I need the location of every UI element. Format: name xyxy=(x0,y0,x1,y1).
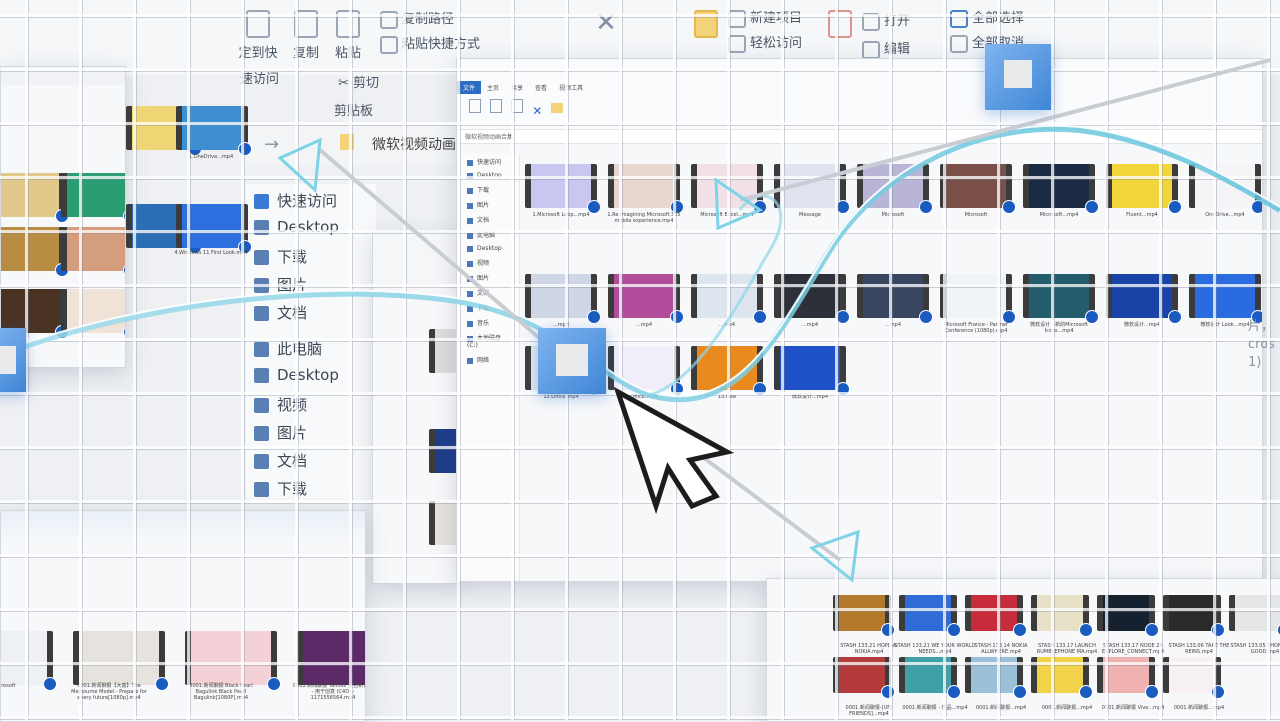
flow-ribbon-2 xyxy=(649,194,783,397)
flow-ribbon xyxy=(0,125,1280,403)
flow-ribbon-highlight xyxy=(0,124,1280,398)
selection-square-icon xyxy=(985,44,1051,110)
selection-square-icon xyxy=(538,328,606,394)
arrow-cursor-icon xyxy=(613,386,735,515)
selection-square-icon xyxy=(0,328,26,392)
motion-overlay xyxy=(0,58,1280,583)
arrow-head-triangle-icon xyxy=(277,137,322,194)
arrow-head-triangle-icon xyxy=(714,177,764,231)
